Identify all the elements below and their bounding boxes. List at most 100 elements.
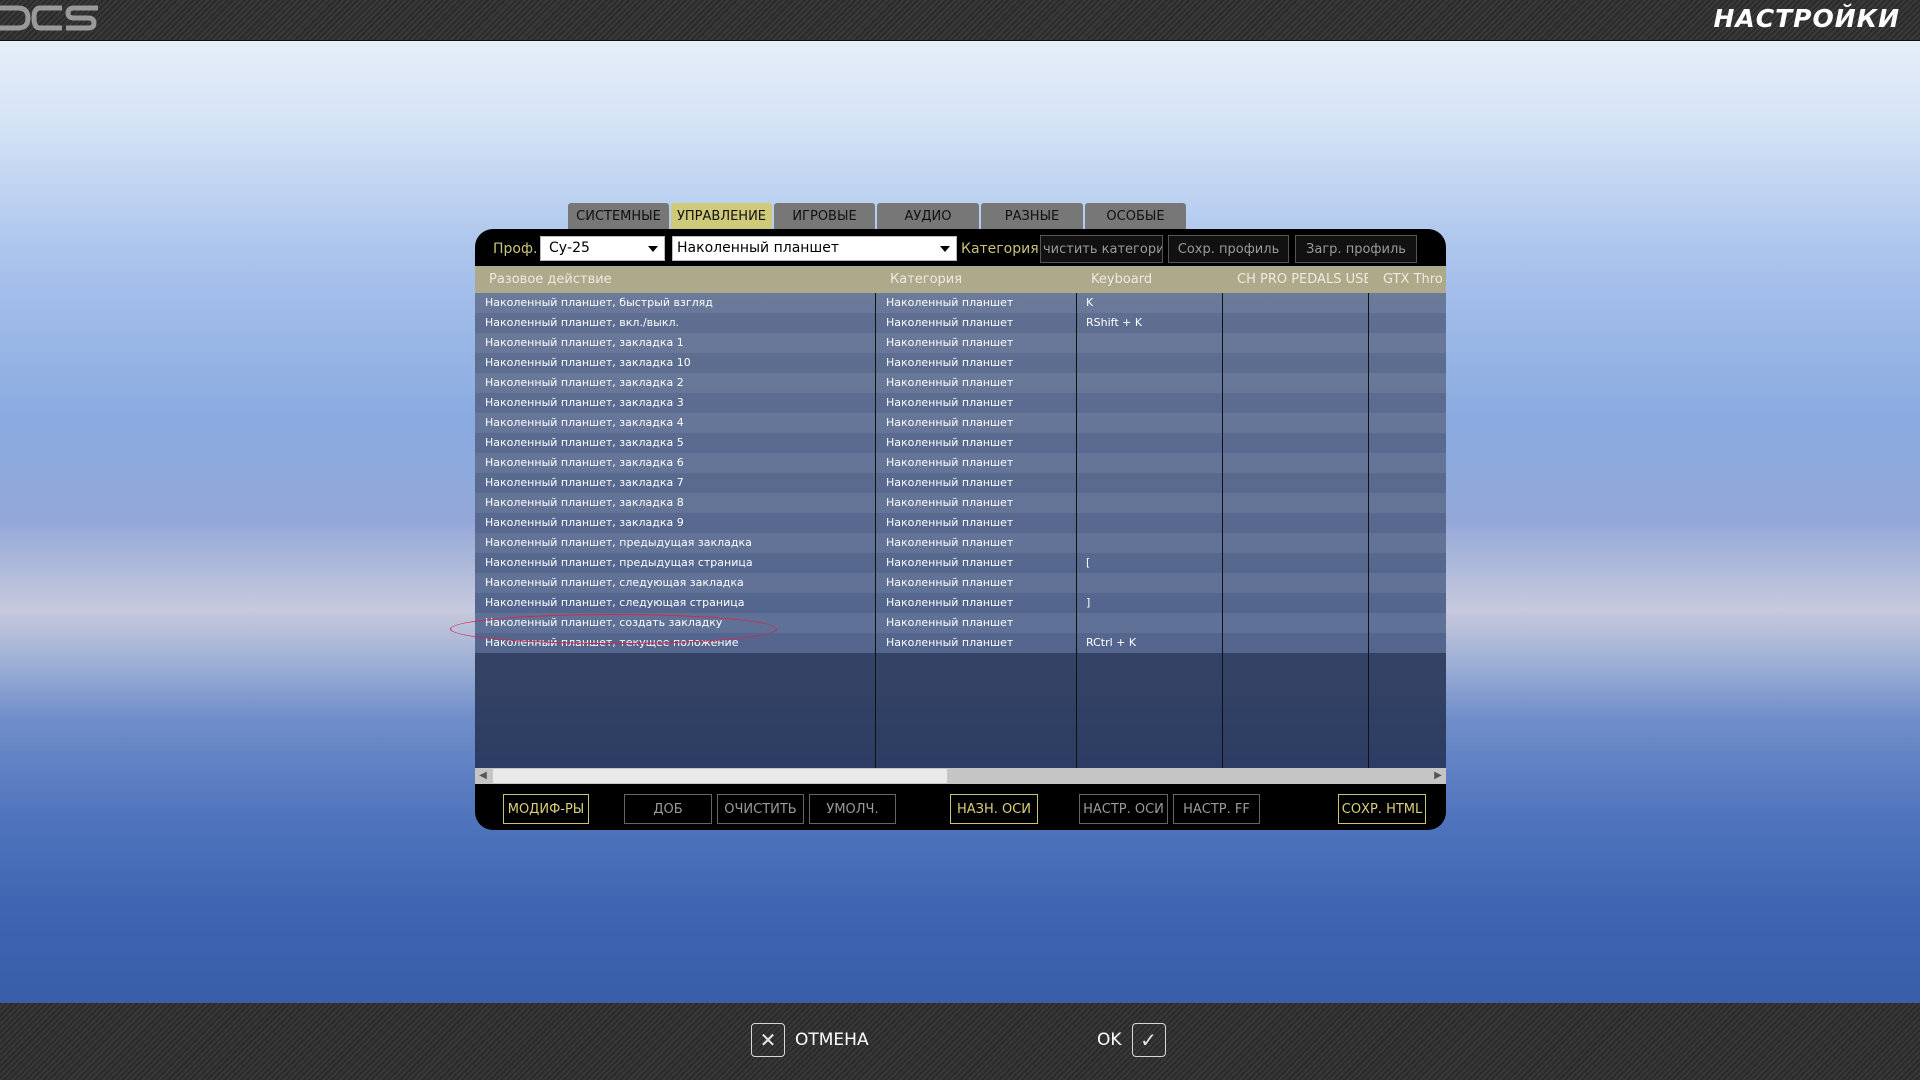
tab-audio[interactable]: АУДИО	[877, 203, 979, 230]
cell-action: Наколенный планшет, закладка 9	[485, 516, 684, 529]
axis-tune-button[interactable]: НАСТР. ОСИ	[1079, 794, 1168, 824]
table-row[interactable]: Наколенный планшет, предыдущая страница Н…	[475, 553, 1446, 573]
cell-category: Наколенный планшет	[886, 416, 1014, 429]
table-row[interactable]: Наколенный планшет, закладка 7 Наколенный…	[475, 473, 1446, 493]
column-header-throttle[interactable]: GTX Thro	[1369, 266, 1446, 293]
default-button[interactable]: УМОЛЧ.	[809, 794, 896, 824]
clear-button[interactable]: ОЧИСТИТЬ	[717, 794, 804, 824]
table-row[interactable]: Наколенный планшет, быстрый взгляд Наколе…	[475, 293, 1446, 313]
cell-category: Наколенный планшет	[886, 636, 1014, 649]
modifiers-button[interactable]: МОДИФ-РЫ	[503, 794, 589, 824]
title-bar: НАСТРОЙКИ	[0, 0, 1920, 41]
cell-category: Наколенный планшет	[886, 436, 1014, 449]
scroll-right-icon[interactable]: ▶	[1430, 768, 1446, 784]
cell-action: Наколенный планшет, закладка 10	[485, 356, 691, 369]
save-html-button[interactable]: СОХР. HTML	[1338, 794, 1426, 824]
cell-keyboard: [	[1086, 556, 1091, 569]
cell-category: Наколенный планшет	[886, 556, 1014, 569]
assign-axis-button[interactable]: НАЗН. ОСИ	[950, 794, 1038, 824]
chevron-down-icon	[648, 246, 658, 252]
cell-category: Наколенный планшет	[886, 456, 1014, 469]
table-header: Разовое действие Категория Keyboard CH P…	[475, 266, 1446, 293]
table-row[interactable]: Наколенный планшет, закладка 6 Наколенный…	[475, 453, 1446, 473]
column-header-pedals[interactable]: CH PRO PEDALS USE	[1223, 266, 1368, 293]
cell-keyboard: RCtrl + K	[1086, 636, 1137, 649]
save-profile-button[interactable]: Сохр. профиль	[1168, 235, 1289, 263]
dcs-logo	[0, 5, 98, 31]
cell-category: Наколенный планшет	[886, 476, 1014, 489]
ok-label: OK	[1097, 1030, 1122, 1050]
column-divider	[875, 293, 876, 768]
settings-tabs: СИСТЕМНЫЕ УПРАВЛЕНИЕ ИГРОВЫЕ АУДИО РАЗНЫ…	[568, 203, 1188, 230]
cell-action: Наколенный планшет, закладка 7	[485, 476, 684, 489]
table-row[interactable]: Наколенный планшет, закладка 2 Наколенный…	[475, 373, 1446, 393]
table-row[interactable]: Наколенный планшет, закладка 4 Наколенный…	[475, 413, 1446, 433]
cell-action: Наколенный планшет, закладка 4	[485, 416, 684, 429]
cell-action: Наколенный планшет, закладка 6	[485, 456, 684, 469]
controls-panel: Проф. Су-25 Наколенный планшет Категория…	[475, 229, 1446, 830]
tab-system[interactable]: СИСТЕМНЫЕ	[568, 203, 669, 230]
window-title: НАСТРОЙКИ	[1713, 4, 1900, 33]
table-row[interactable]: Наколенный планшет, закладка 8 Наколенный…	[475, 493, 1446, 513]
category-select-value: Наколенный планшет	[677, 240, 840, 256]
cell-category: Наколенный планшет	[886, 296, 1014, 309]
scrollbar-thumb[interactable]	[493, 769, 947, 783]
load-profile-button[interactable]: Загр. профиль	[1295, 235, 1417, 263]
clear-category-button[interactable]: чистить категори	[1040, 235, 1163, 263]
ok-button[interactable]: OK ✓	[1097, 1021, 1166, 1059]
cell-action: Наколенный планшет, вкл./выкл.	[485, 316, 679, 329]
tab-controls[interactable]: УПРАВЛЕНИЕ	[671, 203, 772, 230]
table-row[interactable]: Наколенный планшет, закладка 3 Наколенный…	[475, 393, 1446, 413]
table-row[interactable]: Наколенный планшет, закладка 10 Наколенны…	[475, 353, 1446, 373]
table-row[interactable]: Наколенный планшет, предыдущая закладка Н…	[475, 533, 1446, 553]
cancel-button[interactable]: ✕ ОТМЕНА	[751, 1021, 869, 1059]
column-header-action[interactable]: Разовое действие	[475, 266, 875, 293]
chevron-down-icon	[940, 246, 950, 252]
ff-tune-button[interactable]: НАСТР. FF	[1173, 794, 1260, 824]
cell-keyboard: RShift + K	[1086, 316, 1143, 329]
tab-misc[interactable]: РАЗНЫЕ	[981, 203, 1083, 230]
column-divider	[1222, 293, 1223, 768]
cell-action: Наколенный планшет, закладка 8	[485, 496, 684, 509]
controls-toolbar: Проф. Су-25 Наколенный планшет Категория…	[475, 229, 1446, 267]
cell-category: Наколенный планшет	[886, 396, 1014, 409]
cell-action: Наколенный планшет, создать закладку	[485, 616, 723, 629]
cell-category: Наколенный планшет	[886, 576, 1014, 589]
footer-bar: ✕ ОТМЕНА OK ✓	[0, 1003, 1920, 1080]
cell-action: Наколенный планшет, закладка 3	[485, 396, 684, 409]
scroll-left-icon[interactable]: ◀	[475, 768, 491, 784]
cell-category: Наколенный планшет	[886, 336, 1014, 349]
tab-gameplay[interactable]: ИГРОВЫЕ	[774, 203, 875, 230]
horizontal-scrollbar[interactable]: ◀ ▶	[475, 768, 1446, 784]
table-row[interactable]: Наколенный планшет, вкл./выкл. Наколенный…	[475, 313, 1446, 333]
cell-category: Наколенный планшет	[886, 316, 1014, 329]
table-row[interactable]: Наколенный планшет, закладка 5 Наколенный…	[475, 433, 1446, 453]
cell-action: Наколенный планшет, предыдущая страница	[485, 556, 753, 569]
cell-action: Наколенный планшет, следующая страница	[485, 596, 745, 609]
table-row[interactable]: Наколенный планшет, закладка 1 Наколенный…	[475, 333, 1446, 353]
tab-special[interactable]: ОСОБЫЕ	[1085, 203, 1186, 230]
cell-category: Наколенный планшет	[886, 516, 1014, 529]
table-row[interactable]: Наколенный планшет, следующая страница На…	[475, 593, 1446, 613]
cell-category: Наколенный планшет	[886, 496, 1014, 509]
cell-category: Наколенный планшет	[886, 356, 1014, 369]
category-select[interactable]: Наколенный планшет	[672, 236, 957, 261]
cell-keyboard: ]	[1086, 596, 1091, 609]
checkmark-icon: ✓	[1131, 1023, 1166, 1057]
cell-action: Наколенный планшет, предыдущая закладка	[485, 536, 752, 549]
cell-action: Наколенный планшет, быстрый взгляд	[485, 296, 713, 309]
column-header-category[interactable]: Категория	[876, 266, 1076, 293]
close-icon: ✕	[751, 1023, 785, 1057]
column-header-keyboard[interactable]: Keyboard	[1077, 266, 1222, 293]
profile-select[interactable]: Су-25	[540, 236, 665, 261]
profile-select-value: Су-25	[549, 240, 590, 256]
cell-category: Наколенный планшет	[886, 616, 1014, 629]
table-row[interactable]: Наколенный планшет, следующая закладка На…	[475, 573, 1446, 593]
category-label: Категория	[961, 241, 1039, 257]
table-row[interactable]: Наколенный планшет, создать закладку Нако…	[475, 613, 1446, 633]
add-button[interactable]: ДОБ	[624, 794, 712, 824]
cell-action: Наколенный планшет, закладка 1	[485, 336, 684, 349]
table-row[interactable]: Наколенный планшет, текущее положение Нак…	[475, 633, 1446, 653]
cell-category: Наколенный планшет	[886, 376, 1014, 389]
table-row[interactable]: Наколенный планшет, закладка 9 Наколенный…	[475, 513, 1446, 533]
